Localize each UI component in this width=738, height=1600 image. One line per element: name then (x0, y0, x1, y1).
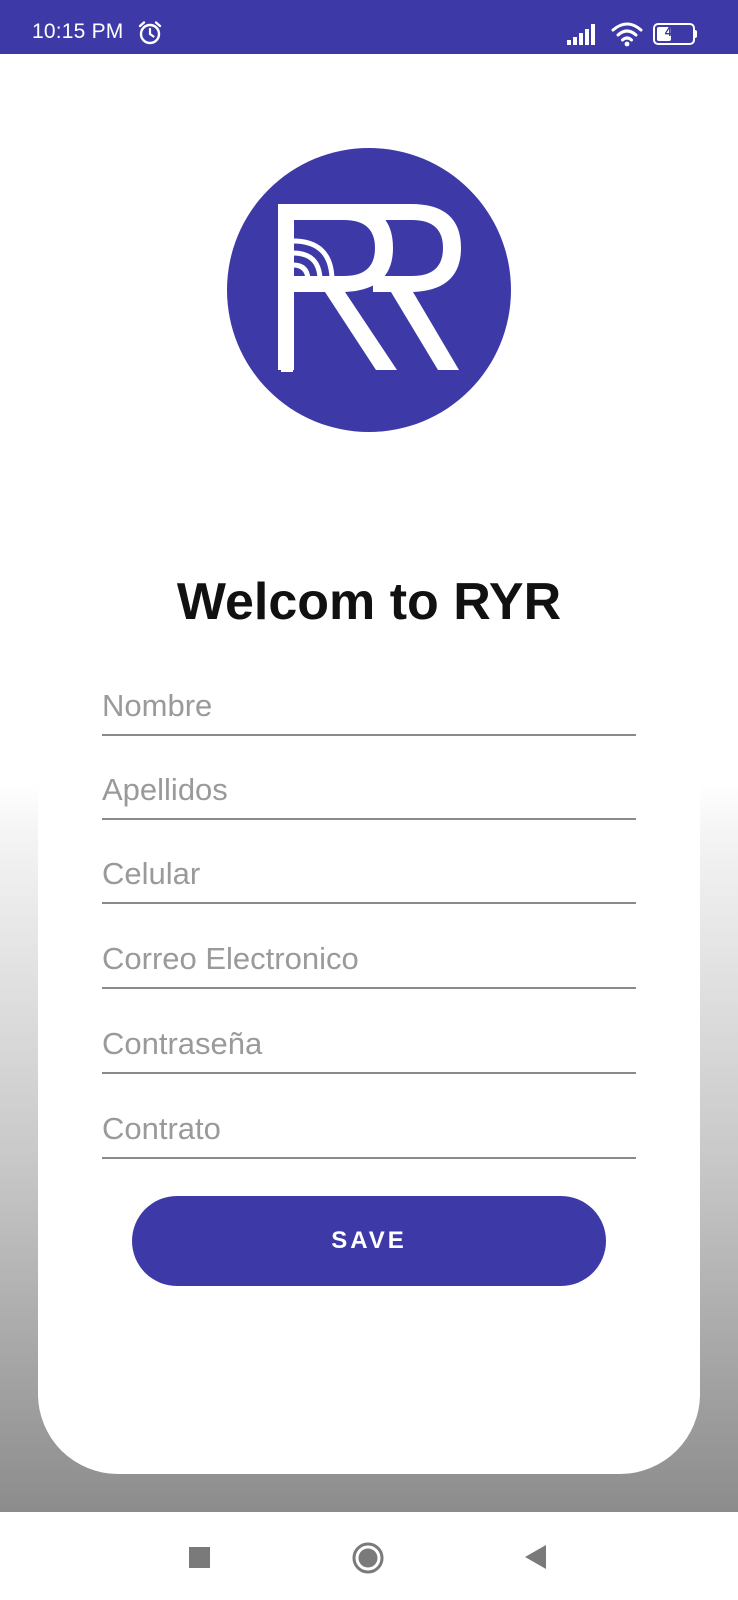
navigation-bar (0, 1512, 738, 1600)
triangle-back-icon[interactable] (522, 1543, 548, 1571)
apellidos-field[interactable] (102, 762, 636, 820)
alarm-clock-icon (138, 21, 162, 45)
wifi-icon (611, 22, 643, 47)
save-button[interactable]: SAVE (132, 1196, 606, 1286)
contrato-field[interactable] (102, 1101, 636, 1159)
email-field[interactable] (102, 931, 636, 989)
battery-icon: 40 (653, 23, 697, 45)
battery-level-text: 40 (664, 24, 680, 39)
nombre-field[interactable] (102, 678, 636, 736)
password-field[interactable] (102, 1016, 636, 1074)
status-time: 10:15 PM (32, 20, 124, 43)
ryr-logo-icon (227, 148, 511, 432)
cellular-signal-icon (567, 24, 595, 45)
page-title: Welcom to RYR (176, 573, 562, 631)
celular-field[interactable] (102, 846, 636, 904)
battery-tip (694, 30, 697, 38)
status-bar: 10:15 PM 40 (0, 0, 738, 54)
circle-home-icon[interactable] (352, 1542, 384, 1574)
square-recents-icon[interactable] (189, 1547, 210, 1568)
